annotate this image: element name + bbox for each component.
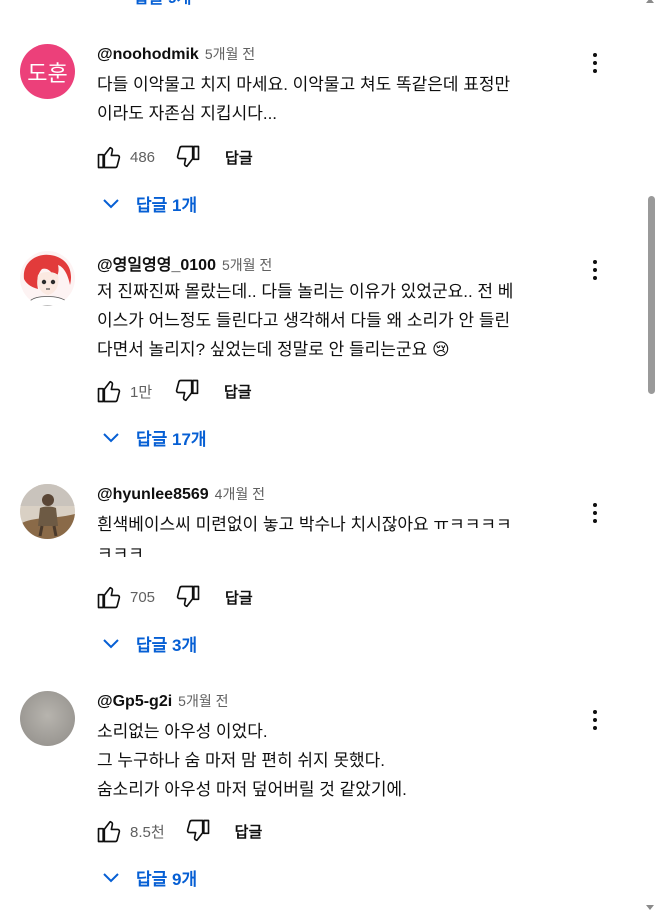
more-actions-button[interactable] [585, 48, 605, 78]
thumbs-down-icon [176, 585, 200, 608]
like-count: 8.5천 [130, 823, 165, 841]
replies-toggle-label: 답글 1개 [136, 195, 198, 215]
comment-header: @Gp5-g2i 5개월 전 [97, 691, 229, 713]
comment-header: @noohodmik 5개월 전 [97, 44, 255, 66]
reply-button[interactable]: 답글 [225, 147, 253, 168]
comment-header: @영일영영_0100 5개월 전 [97, 251, 272, 275]
like-count: 1만 [130, 383, 153, 401]
more-vert-icon [593, 503, 597, 507]
avatar[interactable] [20, 251, 75, 306]
replies-toggle-label: 답글 3개 [136, 635, 198, 655]
chevron-down-icon [102, 197, 120, 209]
dislike-button[interactable] [173, 582, 203, 612]
comment-text: 소리없는 아우성 이었다. 그 누구하나 숨 마저 맘 편히 쉬지 못했다. 숨… [97, 722, 407, 799]
like-button[interactable] [94, 816, 124, 846]
thumbs-up-icon [97, 380, 121, 403]
replies-toggle-label: 답글 17개 [136, 429, 207, 449]
comment-time[interactable]: 5개월 전 [205, 44, 255, 64]
comment-actions: 1만 답글 [94, 376, 252, 406]
more-actions-button[interactable] [585, 255, 605, 285]
thumbs-up-icon [97, 820, 121, 843]
more-actions-button[interactable] [585, 705, 605, 735]
replies-toggle[interactable]: 답글 3개 [102, 629, 197, 657]
avatar[interactable] [20, 484, 75, 539]
anime-avatar-image [20, 251, 75, 306]
like-button[interactable] [94, 582, 124, 612]
photo-avatar-image [20, 484, 75, 539]
more-actions-button[interactable] [585, 498, 605, 528]
like-count: 486 [130, 148, 156, 166]
replies-toggle-partial[interactable]: 답글 9개 [102, 0, 192, 8]
scrollbar-thumb[interactable] [648, 196, 655, 394]
comment-time[interactable]: 5개월 전 [222, 255, 272, 275]
comment-text: 저 진짜진짜 몰랐는데.. 다들 놀리는 이유가 있었군요.. 전 베 이스가 … [97, 282, 514, 359]
reply-button[interactable]: 답글 [235, 821, 263, 842]
avatar-initials: 도훈 [27, 60, 68, 86]
thumbs-down-icon [176, 145, 200, 168]
scrollbar[interactable] [643, 0, 657, 910]
comment-time[interactable]: 4개월 전 [215, 484, 265, 504]
chevron-down-icon [102, 431, 120, 443]
thumbs-up-icon [97, 586, 121, 609]
like-button[interactable] [94, 142, 124, 172]
thumbs-down-icon [175, 379, 199, 402]
thumbs-down-icon [186, 819, 209, 842]
comment-thread: @영일영영_0100 5개월 전 저 진짜진짜 몰랐는데.. 다들 놀리는 이유… [0, 251, 640, 461]
comment-thread: @hyunlee8569 4개월 전 흰색베이스씨 미련없이 놓고 박수나 치시… [0, 484, 640, 664]
chevron-down-icon [102, 637, 120, 649]
avatar[interactable]: 도훈 [20, 44, 75, 99]
thumbs-up-icon [97, 146, 121, 169]
more-vert-icon [593, 710, 597, 714]
replies-toggle-label: 답글 9개 [134, 0, 192, 8]
comment-actions: 8.5천 답글 [94, 816, 262, 846]
comment-actions: 486 답글 [94, 142, 253, 172]
dislike-button[interactable] [183, 816, 213, 846]
author-name[interactable]: @noohodmik [97, 46, 199, 64]
replies-toggle[interactable]: 답글 9개 [102, 863, 197, 891]
chevron-down-icon [102, 871, 120, 883]
chevron-down-icon [102, 0, 120, 5]
comment-text: 흰색베이스씨 미련없이 놓고 박수나 치시잖아요 ㅠㅋㅋㅋㅋ ㅋㅋㅋ [97, 515, 512, 563]
scroll-down-arrow-icon[interactable] [646, 905, 654, 910]
comment-thread: @Gp5-g2i 5개월 전 소리없는 아우성 이었다. 그 누구하나 숨 마저… [0, 691, 640, 901]
comment-header: @hyunlee8569 4개월 전 [97, 484, 265, 506]
reply-button[interactable]: 답글 [225, 587, 253, 608]
replies-toggle-label: 답글 9개 [136, 869, 198, 889]
comment-time[interactable]: 5개월 전 [178, 691, 228, 711]
author-name[interactable]: @Gp5-g2i [97, 693, 172, 711]
author-name[interactable]: @hyunlee8569 [97, 486, 209, 504]
replies-toggle[interactable]: 답글 1개 [102, 189, 197, 217]
more-vert-icon [593, 260, 597, 264]
comment-actions: 705 답글 [94, 582, 253, 612]
replies-toggle[interactable]: 답글 17개 [102, 423, 207, 451]
dislike-button[interactable] [173, 142, 203, 172]
avatar[interactable] [20, 691, 75, 746]
reply-button[interactable]: 답글 [224, 381, 252, 402]
dislike-button[interactable] [172, 376, 202, 406]
scroll-up-arrow-icon[interactable] [646, 0, 654, 3]
comment-text: 다들 이악물고 치지 마세요. 이악물고 쳐도 똑같은데 표정만 이라도 자존심… [97, 75, 511, 123]
like-count: 705 [130, 588, 156, 606]
author-name[interactable]: @영일영영_0100 [97, 251, 216, 275]
like-button[interactable] [94, 376, 124, 406]
more-vert-icon [593, 53, 597, 57]
comment-thread: 도훈 @noohodmik 5개월 전 다들 이악물고 치지 마세요. 이악물고… [0, 44, 640, 234]
